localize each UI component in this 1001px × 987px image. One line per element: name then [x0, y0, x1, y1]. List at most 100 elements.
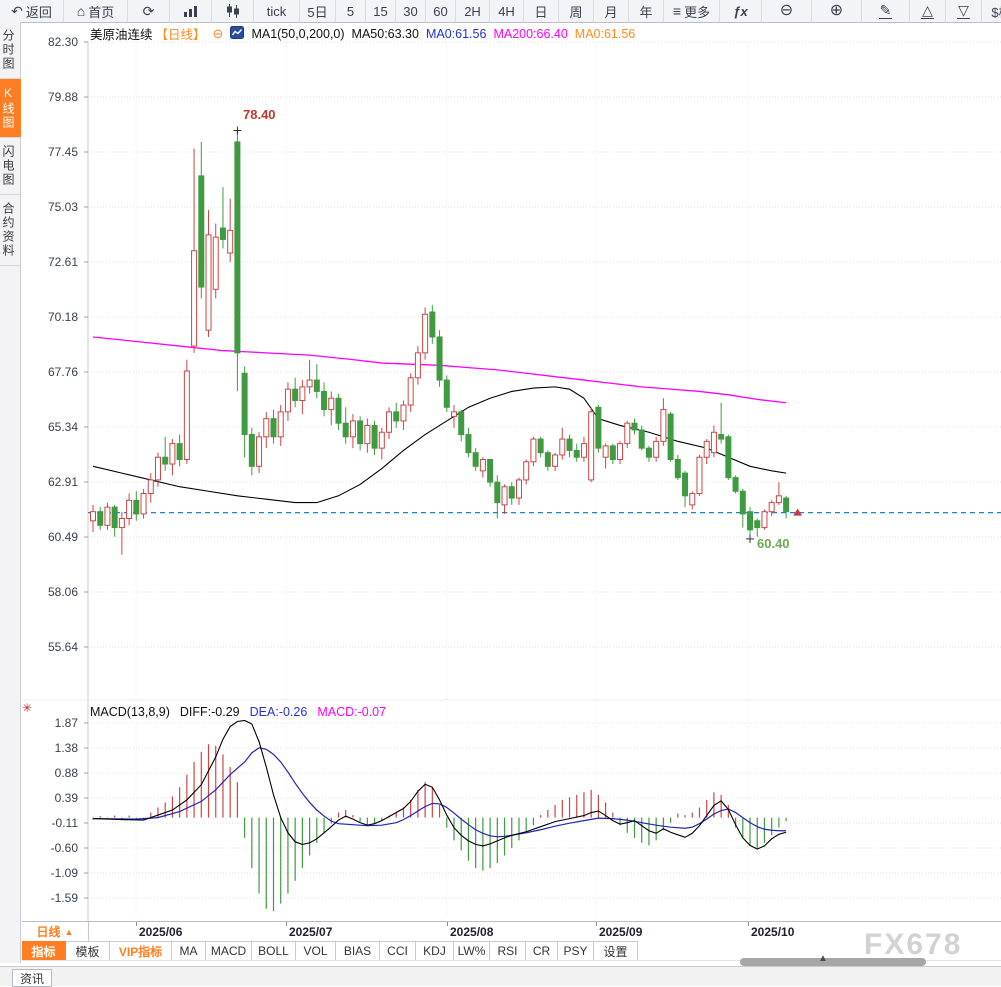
price-tick-label: 67.76 — [47, 365, 78, 379]
month-label: 2025/06 — [139, 925, 183, 939]
tab-CR[interactable]: CR — [526, 941, 558, 960]
scrollbar-arrow-icon[interactable]: ▲ — [818, 953, 828, 964]
toolbar-period-2h-button[interactable]: 2H — [456, 0, 490, 22]
price-tick-label: 77.45 — [47, 145, 78, 159]
toolbar-back-button[interactable]: ↶ 返回 — [0, 0, 64, 22]
more-icon: ≡ — [672, 3, 682, 19]
price-tick-label: 62.91 — [47, 475, 78, 489]
diff-value: DIFF:-0.29 — [179, 705, 240, 719]
toolbar-period-year-button[interactable]: 年 — [629, 0, 664, 22]
macd-value: MACD:-0.07 — [317, 705, 387, 719]
news-tab[interactable]: 资讯 — [12, 969, 52, 987]
toolbar-home-button[interactable]: ⌂ 首页 — [64, 0, 128, 22]
collapse-icon[interactable]: ⊖ — [213, 26, 224, 42]
period-selector[interactable]: 日线 ▲ — [22, 922, 89, 941]
fx-icon: ƒx — [733, 3, 748, 19]
macd-tick-label: -1.59 — [50, 891, 78, 905]
sidebar-item-kline-chart[interactable]: K线图 — [0, 79, 21, 138]
toolbar-zoom-in-icon[interactable]: ⊕ — [812, 0, 862, 22]
tab-BOLL[interactable]: BOLL — [252, 941, 296, 960]
toolbar-candlestick-icon[interactable] — [212, 0, 254, 22]
toolbar-period-month-button[interactable]: 月 — [594, 0, 629, 22]
left-sidebar: 分时图 K线图 闪电图 合约资料 — [0, 22, 21, 963]
instrument-title: 美原油连续 — [90, 28, 153, 42]
candlestick-icon — [226, 4, 240, 18]
price-tick-label: 65.34 — [47, 420, 78, 434]
zoom-out-icon: ⊖ — [779, 2, 794, 19]
tab-模板[interactable]: 模板 — [66, 941, 110, 960]
tab-BIAS[interactable]: BIAS — [336, 941, 380, 960]
macd-tick-label: 1.38 — [54, 741, 78, 755]
dea-value: DEA:-0.26 — [249, 705, 308, 719]
tab-MACD[interactable]: MACD — [206, 941, 252, 960]
toolbar-period-week-button[interactable]: 周 — [559, 0, 594, 22]
macd-header: MACD(13,8,9) DIFF:-0.29 DEA:-0.26 MACD:-… — [90, 705, 386, 719]
tab-KDJ[interactable]: KDJ — [416, 941, 454, 960]
ma200-value: MA200:66.40 — [493, 26, 568, 41]
bottom-strip: 资讯 — [0, 966, 1001, 987]
toolbar-period-30-button[interactable]: 30 — [396, 0, 426, 22]
toolbar-period-5-button[interactable]: 5 — [336, 0, 366, 22]
toolbar-period-4h-button[interactable]: 4H — [490, 0, 524, 22]
tab-设置[interactable]: 设置 — [594, 941, 638, 960]
price-tick-label: 70.18 — [47, 310, 78, 324]
sidebar-item-minute-chart[interactable]: 分时图 — [0, 22, 21, 79]
triangle-down-icon: ▽ — [957, 2, 970, 19]
month-label: 2025/08 — [450, 925, 494, 939]
refresh-icon: ⟳ — [142, 3, 155, 19]
toolbar-more-button[interactable]: ≡ 更多 — [664, 0, 720, 22]
tab-PSY[interactable]: PSY — [558, 941, 594, 960]
home-icon: ⌂ — [76, 3, 86, 19]
toolbar-zoom-out-icon[interactable]: ⊖ — [762, 0, 812, 22]
macd-settings: MACD(13,8,9) — [90, 705, 170, 719]
toolbar-tick-button[interactable]: tick — [254, 0, 300, 22]
toolbar-period-15-button[interactable]: 15 — [366, 0, 396, 22]
tab-RSI[interactable]: RSI — [490, 941, 526, 960]
price-tick-label: 58.06 — [47, 585, 78, 599]
tab-指标[interactable]: 指标 — [22, 941, 66, 960]
triangle-up-icon: △ — [921, 2, 934, 19]
month-tick — [596, 922, 597, 926]
timeframe-tag: 【日线】 — [155, 28, 206, 42]
indicator-flower-icon[interactable]: ✳ — [22, 701, 32, 715]
toolbar-period-5d-button[interactable]: 5日 — [300, 0, 336, 22]
month-tick — [748, 922, 749, 926]
toolbar-triangle-up-icon[interactable]: △ — [910, 0, 946, 22]
tab-MA[interactable]: MA — [172, 941, 206, 960]
macd-tick-label: -1.09 — [50, 866, 78, 880]
toolbar-bar-chart-icon[interactable] — [170, 0, 212, 22]
toolbar-triangle-down-icon[interactable]: ▽ — [946, 0, 982, 22]
price-tick-label: 55.64 — [47, 640, 78, 654]
zoom-in-icon: ⊕ — [829, 2, 844, 19]
triangle-up-icon: ▲ — [64, 926, 74, 937]
time-axis-row: 日线 ▲ 2025/06 2025/07 2025/08 2025/09 2025/10 — [22, 921, 1001, 942]
toolbar-period-60-button[interactable]: 60 — [426, 0, 456, 22]
sidebar-item-contract-info[interactable]: 合约资料 — [0, 195, 21, 266]
tab-LW%[interactable]: LW% — [454, 941, 490, 960]
price-tick-label: 79.88 — [47, 90, 78, 104]
sidebar-item-flash-chart[interactable]: 闪电图 — [0, 138, 21, 195]
toolbar-trade-button[interactable]: $模 — [982, 0, 1001, 22]
toolbar-period-day-button[interactable]: 日 — [524, 0, 559, 22]
line-chart-icon[interactable] — [230, 25, 245, 42]
macd-tick-label: 0.88 — [54, 766, 78, 780]
draw-icon: ✎ — [878, 2, 893, 19]
tab-CCI[interactable]: CCI — [380, 941, 416, 960]
ma-settings: MA1(50,0,200,0) — [251, 26, 345, 41]
fx678-watermark: FX678 — [864, 928, 963, 961]
month-tick — [136, 922, 137, 926]
kline-macd-chart[interactable] — [0, 0, 1001, 985]
toolbar-draw-icon[interactable]: ✎ — [862, 0, 910, 22]
macd-tick-label: -0.11 — [51, 816, 78, 830]
month-label: 2025/10 — [751, 925, 795, 939]
low-price-annotation: 60.40 — [757, 536, 790, 551]
toolbar-fx-icon[interactable]: ƒx — [720, 0, 762, 22]
ma0-orange-value: MA0:61.56 — [574, 26, 636, 41]
ma50-value: MA50:63.30 — [351, 26, 419, 41]
month-tick — [447, 922, 448, 926]
tab-VIP指标[interactable]: VIP指标 — [110, 941, 172, 960]
tab-VOL[interactable]: VOL — [296, 941, 336, 960]
toolbar-refresh-icon[interactable]: ⟳ — [128, 0, 170, 22]
high-price-annotation: 78.40 — [243, 107, 276, 122]
top-toolbar: ↶返回⌂首页 ⟳ tick5日51530602H4H日周月年≡更多 ƒx ⊖ ⊕ ✎ △ ▽ $模 — [0, 0, 1001, 23]
